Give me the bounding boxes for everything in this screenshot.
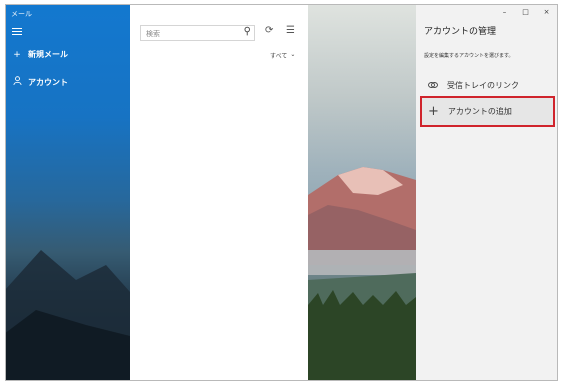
background-photo (308, 5, 416, 380)
maximize-icon[interactable]: □ (515, 5, 536, 19)
linked-inboxes-button[interactable]: 受信トレイのリンク (428, 80, 519, 91)
accounts-button[interactable]: アカウント (12, 76, 68, 88)
add-account-label: アカウントの追加 (447, 107, 512, 116)
account-management-pane: – □ × アカウントの管理 設定を編集するアカウントを選びます。 受信トレイの… (416, 5, 557, 380)
hamburger-icon[interactable] (12, 28, 22, 36)
message-list-pane: 検索 ⚲ ⟳ ☰ すべて ⌄ (130, 5, 308, 380)
search-input[interactable]: 検索 (146, 29, 160, 39)
select-mode-icon[interactable]: ☰ (286, 25, 295, 36)
close-icon[interactable]: × (536, 5, 557, 19)
search-icon[interactable]: ⚲ (244, 26, 251, 37)
panel-title: アカウントの管理 (424, 27, 497, 37)
add-account-button[interactable]: + アカウントの追加 (420, 96, 555, 127)
new-mail-button[interactable]: + 新規メール (12, 49, 68, 60)
person-icon (12, 76, 22, 88)
linked-inboxes-label: 受信トレイのリンク (447, 81, 519, 90)
minimize-icon[interactable]: – (494, 5, 515, 19)
accounts-label: アカウント (28, 77, 68, 87)
search-box[interactable]: 検索 ⚲ (140, 25, 255, 41)
mail-window: メール + 新規メール アカウント 検索 ⚲ ⟳ ☰ すべて ⌄ – □ × ア… (5, 4, 558, 381)
sync-icon[interactable]: ⟳ (265, 25, 273, 36)
app-title: メール (11, 10, 32, 18)
plus-icon: + (13, 49, 21, 60)
filter-dropdown[interactable]: すべて ⌄ (270, 51, 295, 60)
chevron-down-icon: ⌄ (290, 51, 296, 58)
mountain-photo (308, 167, 416, 380)
filter-label: すべて (270, 53, 288, 60)
link-icon (428, 81, 438, 91)
panel-subtitle: 設定を編集するアカウントを選びます。 (424, 53, 514, 59)
new-mail-label: 新規メール (28, 50, 68, 59)
window-controls: – □ × (494, 5, 557, 19)
navigation-rail: メール + 新規メール アカウント (6, 5, 146, 380)
mountain-background (6, 250, 146, 380)
plus-icon: + (428, 104, 439, 119)
